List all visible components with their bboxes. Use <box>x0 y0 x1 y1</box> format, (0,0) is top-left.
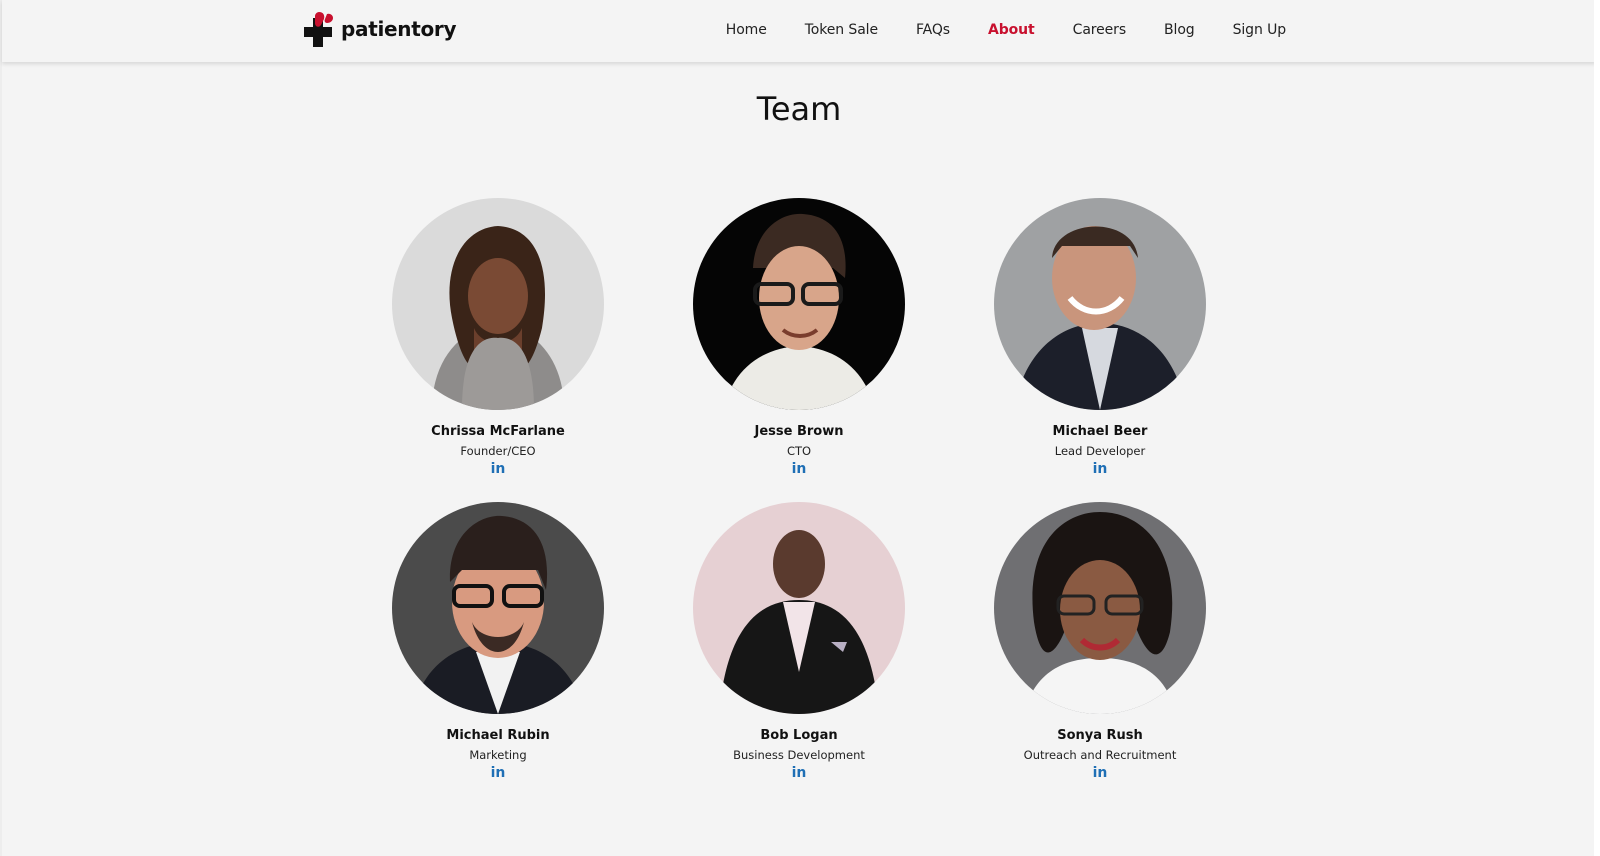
avatar <box>994 502 1206 714</box>
member-name: Jesse Brown <box>754 424 844 439</box>
portrait-photo <box>994 502 1206 714</box>
avatar <box>392 198 604 410</box>
linkedin-icon[interactable]: in <box>491 765 506 781</box>
avatar <box>693 198 905 410</box>
member-role: Founder/CEO <box>460 444 536 458</box>
member-name: Chrissa McFarlane <box>431 424 565 439</box>
member-name: Sonya Rush <box>1057 728 1143 743</box>
linkedin-icon[interactable]: in <box>792 765 807 781</box>
portrait-photo <box>392 502 604 714</box>
portrait-photo <box>392 198 604 410</box>
team-member-card: Michael Rubin Marketing in <box>348 502 648 781</box>
member-role: CTO <box>786 444 812 458</box>
team-member-card: Michael Beer Lead Developer in <box>950 198 1250 477</box>
member-role: Business Development <box>733 748 865 762</box>
linkedin-icon[interactable]: in <box>1093 765 1108 781</box>
team-member-card: Sonya Rush Outreach and Recruitment in <box>950 502 1250 781</box>
avatar <box>693 502 905 714</box>
linkedin-icon[interactable]: in <box>1093 461 1108 477</box>
page-frame: patientory Home Token Sale FAQs About Ca… <box>0 0 1596 856</box>
linkedin-icon[interactable]: in <box>792 461 807 477</box>
avatar <box>994 198 1206 410</box>
member-name: Michael Rubin <box>446 728 550 743</box>
avatar <box>392 502 604 714</box>
member-role: Marketing <box>469 748 527 762</box>
member-name: Bob Logan <box>760 728 838 743</box>
team-member-card: Chrissa McFarlane Founder/CEO in <box>348 198 648 477</box>
portrait-photo <box>693 198 905 410</box>
portrait-photo <box>994 198 1206 410</box>
member-role: Outreach and Recruitment <box>1023 748 1177 762</box>
scroll-gutter <box>1594 0 1600 856</box>
team-grid: Chrissa McFarlane Founder/CEO in Jesse B… <box>2 0 1596 856</box>
member-role: Lead Developer <box>1054 444 1146 458</box>
portrait-photo <box>693 502 905 714</box>
team-member-card: Jesse Brown CTO in <box>649 198 949 477</box>
linkedin-icon[interactable]: in <box>491 461 506 477</box>
team-member-card: Bob Logan Business Development in <box>649 502 949 781</box>
member-name: Michael Beer <box>1052 424 1148 439</box>
